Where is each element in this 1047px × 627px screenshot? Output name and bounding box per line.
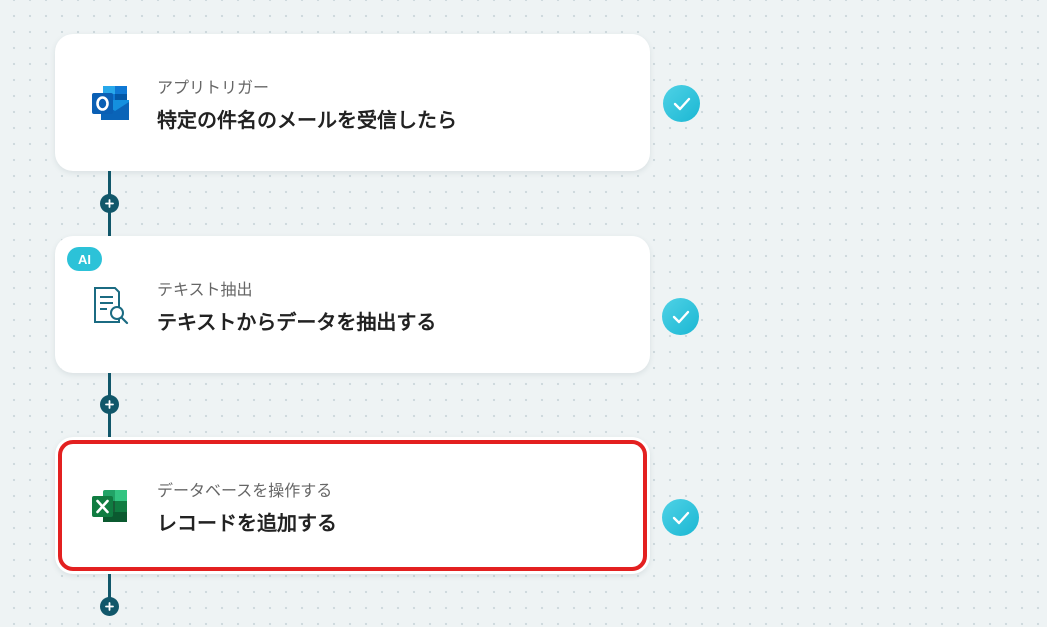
check-icon[interactable] xyxy=(663,85,700,122)
check-icon[interactable] xyxy=(662,298,699,335)
step-card-text-extraction[interactable]: AI テキスト抽出 テキストからデータを抽出する xyxy=(55,236,650,373)
add-step-plus-icon[interactable] xyxy=(100,597,119,616)
step-subtitle: テキスト抽出 xyxy=(157,280,253,299)
ai-badge: AI xyxy=(67,247,102,271)
step-title: テキストからデータを抽出する xyxy=(157,310,437,334)
excel-icon xyxy=(89,485,131,527)
step-subtitle: アプリトリガー xyxy=(157,78,270,97)
step-card-database[interactable]: データベースを操作する レコードを追加する xyxy=(55,437,650,574)
check-icon[interactable] xyxy=(662,499,699,536)
step-title: 特定の件名のメールを受信したら xyxy=(157,108,457,132)
step-subtitle: データベースを操作する xyxy=(157,481,333,500)
add-step-plus-icon[interactable] xyxy=(100,395,119,414)
add-step-plus-icon[interactable] xyxy=(100,194,119,213)
step-card-app-trigger[interactable]: アプリトリガー 特定の件名のメールを受信したら xyxy=(55,34,650,171)
outlook-icon xyxy=(89,82,131,124)
step-title: レコードを追加する xyxy=(157,511,337,535)
document-search-icon xyxy=(89,284,131,326)
